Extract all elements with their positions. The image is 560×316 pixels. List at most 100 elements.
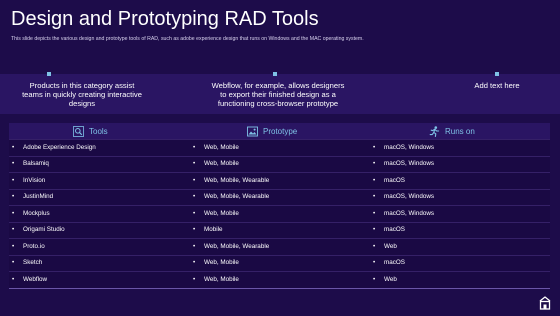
cell-text: Webflow [23, 275, 48, 283]
bullet-marker: • [12, 226, 15, 233]
cell-text: Web, Mobile [204, 160, 239, 167]
cell-text: Mockplus [23, 209, 50, 217]
cell-text: macOS, Windows [384, 143, 435, 151]
bullet-marker: • [373, 242, 376, 250]
bullet-marker: • [373, 209, 376, 217]
bullet-marker: • [193, 143, 196, 151]
cell-text: macOS [384, 176, 405, 184]
bullet-marker: • [193, 209, 196, 217]
bullet-marker: • [12, 275, 15, 283]
bullet-marker: • [193, 160, 196, 167]
bullet-marker: • [373, 259, 376, 266]
cell-text: Mobile [204, 226, 223, 233]
callout-add-text: Add text here [447, 81, 547, 90]
tool-name-cell: • InVision [12, 177, 45, 185]
cell-text: Balsamiq [23, 160, 49, 167]
cell-text: Origami Studio [23, 226, 65, 233]
bullet-marker: • [193, 275, 196, 283]
prototype-cell: • Mobile [193, 226, 223, 234]
cell-text: macOS, Windows [384, 193, 435, 200]
cell-text: Web, Mobile [204, 259, 239, 266]
cell-text: Web, Mobile [204, 275, 239, 283]
bullet-marker: • [193, 259, 196, 266]
column-header-runs-on: Runs on [429, 125, 475, 137]
prototype-cell: • Web, Mobile [193, 259, 239, 267]
callout-marker-2 [273, 72, 277, 76]
cell-text: Adobe Experience Design [23, 143, 96, 151]
bullet-marker: • [12, 259, 15, 266]
callout-line: teams in quickly creating interactive [22, 90, 142, 99]
bullet-marker: • [12, 209, 15, 217]
callout-line: Webflow, for example, allows designers [211, 81, 345, 90]
bullet-marker: • [12, 242, 15, 250]
cell-text: JustinMind [23, 193, 54, 200]
runs-on-cell: • Web [373, 276, 397, 284]
home-icon[interactable] [537, 295, 553, 311]
bullet-marker: • [373, 143, 376, 151]
column-header-label: Tools [89, 126, 108, 136]
row-divider [9, 188, 550, 190]
prototype-cell: • Web, Mobile [193, 276, 239, 284]
bullet-marker: • [193, 226, 196, 233]
runs-on-cell: • macOS, Windows [373, 210, 434, 218]
cell-text: Web, Mobile [204, 143, 239, 151]
cell-text: Web, Mobile, Wearable [204, 193, 270, 200]
runs-on-cell: • macOS [373, 259, 405, 267]
tool-name-cell: • Mockplus [12, 210, 50, 218]
column-header-prototype: Prototype [247, 125, 297, 137]
prototype-cell: • Web, Mobile [193, 160, 239, 168]
tool-name-cell: • Adobe Experience Design [12, 144, 96, 152]
row-divider [9, 172, 550, 173]
row-divider [9, 139, 550, 140]
callout-line: functioning cross-browser prototype [217, 99, 339, 108]
row-divider [9, 271, 550, 272]
prototype-cell: • Web, Mobile, Wearable [193, 177, 269, 185]
cell-text: InVision [23, 176, 46, 184]
column-header-tools: Tools [73, 125, 108, 137]
bullet-marker: • [373, 275, 376, 283]
callout-marker-1 [47, 72, 51, 76]
cell-text: Web, Mobile, Wearable [204, 242, 270, 250]
row-divider [9, 254, 550, 256]
tool-name-cell: • Sketch [12, 259, 42, 267]
bullet-marker: • [373, 226, 376, 233]
runs-on-cell: • Web [373, 243, 397, 251]
bullet-marker: • [193, 193, 196, 200]
cell-text: macOS, Windows [384, 160, 435, 167]
bullet-marker: • [373, 160, 376, 167]
cell-text: Proto.io [23, 242, 45, 250]
slide-title: Design and Prototyping RAD Tools [11, 8, 319, 30]
callout-line: designs [68, 99, 96, 108]
tool-name-cell: • Proto.io [12, 243, 45, 251]
bullet-marker: • [12, 143, 15, 151]
prototype-cell: • Web, Mobile [193, 144, 239, 152]
callout-line: Products in this category assist [29, 81, 135, 90]
cell-text: Sketch [23, 259, 43, 266]
cell-text: macOS, Windows [384, 209, 435, 217]
cell-text: macOS [384, 259, 405, 266]
bullet-marker: • [193, 242, 196, 250]
bullet-marker: • [12, 160, 15, 167]
tool-name-cell: • Balsamiq [12, 160, 49, 168]
bullet-marker: • [373, 193, 376, 200]
tool-name-cell: • JustinMind [12, 193, 53, 201]
callout-line: Add text here [474, 81, 520, 90]
runs-on-cell: • macOS, Windows [373, 160, 434, 168]
bullet-marker: • [193, 176, 196, 184]
row-divider [9, 238, 550, 239]
callout-line: to export their finished design as a [220, 90, 336, 99]
cell-text: Web [384, 242, 397, 250]
prototype-cell: • Web, Mobile, Wearable [193, 193, 269, 201]
cell-text: macOS [384, 226, 405, 233]
tool-name-cell: • Webflow [12, 276, 47, 284]
cell-text: Web, Mobile [204, 209, 239, 217]
callout-marker-3 [495, 72, 499, 76]
runs-on-cell: • macOS, Windows [373, 144, 434, 152]
cell-text: Web, Mobile, Wearable [204, 176, 270, 184]
callout-webflow: Webflow, for example, allows designers t… [193, 81, 363, 108]
column-header-label: Prototype [263, 126, 298, 136]
search-icon [73, 125, 84, 137]
column-header-label: Runs on [445, 126, 475, 136]
callout-products: Products in this category assist teams i… [2, 81, 162, 108]
row-divider [9, 155, 550, 157]
